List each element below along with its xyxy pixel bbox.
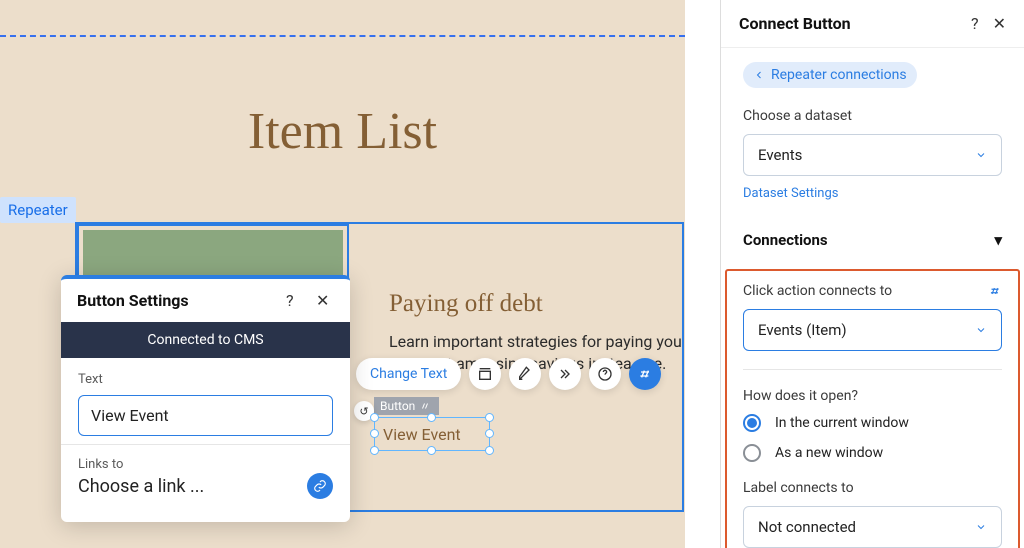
dataset-value: Events — [758, 146, 802, 164]
dataset-settings-link[interactable]: Dataset Settings — [743, 186, 1002, 201]
click-action-select[interactable]: Events (Item) — [743, 309, 1002, 351]
radio-unselected-icon — [743, 444, 761, 462]
page-divider-dashed — [0, 35, 685, 37]
links-to-label: Links to — [78, 457, 333, 472]
link-icon[interactable] — [307, 473, 333, 499]
dataset-label: Choose a dataset — [743, 108, 1002, 124]
caret-down-icon: ▾ — [994, 231, 1002, 249]
change-text-button[interactable]: Change Text — [356, 358, 461, 390]
back-chip[interactable]: Repeater connections — [743, 62, 917, 88]
help-icon[interactable]: ? — [286, 291, 304, 310]
click-action-value: Events (Item) — [758, 321, 847, 339]
open-new-window-option[interactable]: As a new window — [743, 444, 1002, 462]
design-icon[interactable] — [509, 358, 541, 390]
open-current-window-option[interactable]: In the current window — [743, 414, 1002, 432]
selection-tag-label: Button — [380, 399, 415, 413]
page-heading: Item List — [1, 48, 684, 161]
radio-selected-icon — [743, 414, 761, 432]
button-text-input[interactable] — [78, 395, 333, 436]
repeater-item-title[interactable]: Paying off debt — [389, 290, 543, 318]
back-chip-label: Repeater connections — [771, 67, 907, 83]
label-connects-select[interactable]: Not connected — [743, 506, 1002, 548]
connect-data-icon[interactable] — [629, 358, 661, 390]
animation-icon[interactable] — [549, 358, 581, 390]
layout-icon[interactable] — [469, 358, 501, 390]
connect-panel: Connect Button ? ✕ Repeater connections … — [720, 0, 1024, 548]
element-toolbar: Change Text — [356, 358, 661, 390]
button-settings-panel: Button Settings ? ✕ Connected to CMS Tex… — [61, 275, 350, 522]
cms-status-bar: Connected to CMS — [61, 322, 350, 358]
help-icon[interactable] — [589, 358, 621, 390]
button-settings-title: Button Settings — [77, 291, 274, 310]
repeater-tag[interactable]: Repeater — [0, 197, 76, 223]
label-connects-label: Label connects to — [743, 480, 1002, 496]
panel-title: Connect Button — [739, 14, 957, 33]
help-icon[interactable]: ? — [971, 14, 979, 33]
connect-icon — [988, 284, 1002, 298]
text-field-label: Text — [78, 372, 333, 387]
links-to-value[interactable]: Choose a link ... — [78, 472, 333, 497]
selected-button-text: View Event — [383, 425, 461, 444]
dataset-select[interactable]: Events — [743, 134, 1002, 176]
close-icon[interactable]: ✕ — [993, 14, 1006, 33]
selected-element: ↺ Button View Event — [374, 397, 490, 451]
open-mode-label: How does it open? — [743, 388, 1002, 404]
click-action-label: Click action connects to — [743, 283, 892, 299]
label-connects-value: Not connected — [758, 518, 856, 536]
close-icon[interactable]: ✕ — [316, 291, 334, 310]
connections-header[interactable]: Connections ▾ — [743, 231, 1002, 249]
selected-button-element[interactable]: View Event — [374, 417, 490, 451]
connection-highlight: Click action connects to Events (Item) H… — [725, 269, 1020, 548]
editor-canvas: Item List Repeater Paying off debt Learn… — [0, 0, 685, 548]
